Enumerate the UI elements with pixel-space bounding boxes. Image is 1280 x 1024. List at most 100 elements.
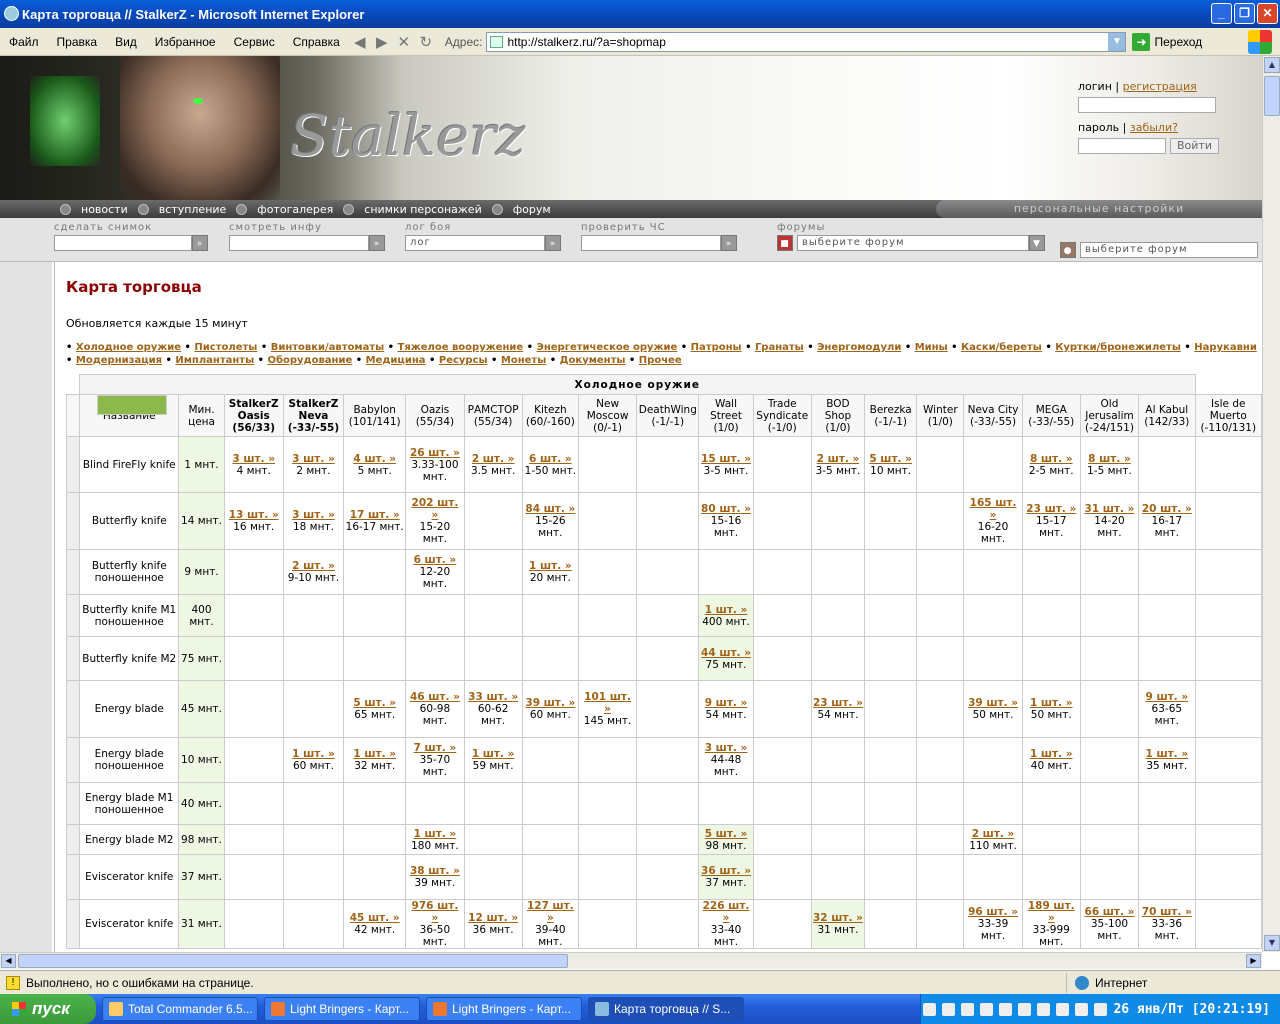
personal-settings-link[interactable]: персональные настройки xyxy=(936,200,1262,218)
info-input[interactable] xyxy=(229,235,369,251)
category-link[interactable]: Винтовки/автоматы xyxy=(271,342,384,353)
category-link[interactable]: Ресурсы xyxy=(439,355,488,366)
qty-link[interactable]: 4 шт. » xyxy=(353,453,396,465)
qty-link[interactable]: 976 шт. » xyxy=(412,901,459,925)
qty-link[interactable]: 1 шт. » xyxy=(1030,748,1073,760)
qty-link[interactable]: 44 шт. » xyxy=(701,647,751,659)
task-ie-active[interactable]: Карта торговца // S... xyxy=(588,997,744,1021)
refresh-icon[interactable]: ↻ xyxy=(415,31,437,53)
qty-link[interactable]: 5 шт. » xyxy=(705,828,748,840)
snapshot-input[interactable] xyxy=(54,235,192,251)
warning-icon[interactable]: ! xyxy=(6,975,20,990)
qty-link[interactable]: 13 шт. » xyxy=(229,509,279,521)
category-link[interactable]: Каски/береты xyxy=(961,342,1042,353)
qty-link[interactable]: 38 шт. » xyxy=(410,865,460,877)
nav-gallery[interactable]: фотогалерея xyxy=(236,203,333,216)
scroll-up-icon[interactable]: ▲ xyxy=(1264,57,1280,73)
qty-link[interactable]: 5 шт. » xyxy=(353,697,396,709)
category-link[interactable]: Нарукавни xyxy=(1194,342,1257,353)
category-link[interactable]: Холодное оружие xyxy=(76,342,181,353)
hscroll-thumb[interactable] xyxy=(18,954,568,968)
category-link[interactable]: Энергомодули xyxy=(817,342,901,353)
qty-link[interactable]: 32 шт. » xyxy=(813,912,863,924)
qty-link[interactable]: 101 шт. » xyxy=(584,691,631,715)
tray-icon[interactable] xyxy=(1075,1002,1089,1016)
site-logo[interactable]: Stalkerz xyxy=(290,104,526,169)
qty-link[interactable]: 8 шт. » xyxy=(1088,453,1131,465)
qty-link[interactable]: 3 шт. » xyxy=(292,509,335,521)
qty-link[interactable]: 1 шт. » xyxy=(414,828,457,840)
qty-link[interactable]: 1 шт. » xyxy=(1145,748,1188,760)
qty-link[interactable]: 6 шт. » xyxy=(414,554,457,566)
info-go-icon[interactable]: » xyxy=(369,235,385,251)
qty-link[interactable]: 6 шт. » xyxy=(529,453,572,465)
qty-link[interactable]: 8 шт. » xyxy=(1030,453,1073,465)
forum-select[interactable]: выберите форум xyxy=(797,235,1029,251)
tray-icon[interactable] xyxy=(1056,1002,1070,1016)
qty-link[interactable]: 2 шт. » xyxy=(472,453,515,465)
scroll-left-icon[interactable]: ◀ xyxy=(1,954,16,968)
qty-link[interactable]: 39 шт. » xyxy=(968,697,1018,709)
login-input[interactable] xyxy=(1078,97,1216,113)
window-titlebar[interactable]: Карта торговца // StalkerZ - Microsoft I… xyxy=(0,0,1280,28)
category-link[interactable]: Мины xyxy=(915,342,948,353)
battle-log-go-icon[interactable]: » xyxy=(545,235,561,251)
qty-link[interactable]: 1 шт. » xyxy=(292,748,335,760)
menu-tools[interactable]: Сервис xyxy=(225,35,284,49)
tray-icon[interactable] xyxy=(980,1002,994,1016)
menu-file[interactable]: Файл xyxy=(0,35,48,49)
category-link[interactable]: Имплантанты xyxy=(175,355,254,366)
qty-link[interactable]: 226 шт. » xyxy=(703,901,750,925)
qty-link[interactable]: 2 шт. » xyxy=(817,453,860,465)
category-link[interactable]: Прочее xyxy=(639,355,682,366)
task-firefox-1[interactable]: Light Bringers - Карт... xyxy=(264,997,420,1021)
battle-log-input[interactable]: лог xyxy=(405,235,545,251)
qty-link[interactable]: 3 шт. » xyxy=(705,742,748,754)
qty-link[interactable]: 80 шт. » xyxy=(701,503,751,515)
menu-help[interactable]: Справка xyxy=(284,35,349,49)
forgot-link[interactable]: забыли? xyxy=(1130,121,1178,134)
qty-link[interactable]: 9 шт. » xyxy=(1145,691,1188,703)
go-button[interactable]: ➜ Переход xyxy=(1132,32,1202,51)
scroll-right-icon[interactable]: ▶ xyxy=(1246,954,1261,968)
horizontal-scrollbar[interactable]: ◀ ▶ xyxy=(0,952,1262,969)
maximize-button[interactable]: ❐ xyxy=(1234,3,1255,24)
task-total-commander[interactable]: Total Commander 6.5... xyxy=(102,997,258,1021)
address-input[interactable]: http://stalkerz.ru/?a=shopmap ▼ xyxy=(486,31,1127,52)
menu-edit[interactable]: Правка xyxy=(48,35,107,49)
password-input[interactable] xyxy=(1078,138,1166,154)
qty-link[interactable]: 3 шт. » xyxy=(232,453,275,465)
tray-icon[interactable] xyxy=(923,1002,937,1016)
tray-icon[interactable] xyxy=(961,1002,975,1016)
register-link[interactable]: регистрация xyxy=(1123,80,1197,93)
back-icon[interactable]: ◀ xyxy=(349,31,371,53)
qty-link[interactable]: 1 шт. » xyxy=(472,748,515,760)
qty-link[interactable]: 12 шт. » xyxy=(468,912,518,924)
qty-link[interactable]: 189 шт. » xyxy=(1028,901,1075,925)
task-firefox-2[interactable]: Light Bringers - Карт... xyxy=(426,997,582,1021)
category-link[interactable]: Тяжелое вооружение xyxy=(398,342,524,353)
qty-link[interactable]: 1 шт. » xyxy=(529,560,572,572)
qty-link[interactable]: 202 шт. » xyxy=(412,497,459,521)
nav-news[interactable]: новости xyxy=(60,203,128,216)
scroll-thumb[interactable] xyxy=(1264,76,1280,116)
qty-link[interactable]: 127 шт. » xyxy=(527,901,574,925)
check-go-icon[interactable]: » xyxy=(721,235,737,251)
snapshot-go-icon[interactable]: » xyxy=(192,235,208,251)
stop-icon[interactable]: ✕ xyxy=(393,31,415,53)
category-link[interactable]: Документы xyxy=(560,355,626,366)
tray-icon[interactable] xyxy=(1094,1002,1108,1016)
qty-link[interactable]: 5 шт. » xyxy=(869,453,912,465)
qty-link[interactable]: 23 шт. » xyxy=(1026,503,1076,515)
tray-icon[interactable] xyxy=(1037,1002,1051,1016)
qty-link[interactable]: 36 шт. » xyxy=(701,865,751,877)
chevron-down-icon[interactable]: ▼ xyxy=(1029,235,1045,251)
qty-link[interactable]: 15 шт. » xyxy=(701,453,751,465)
qty-link[interactable]: 1 шт. » xyxy=(1030,697,1073,709)
vertical-scrollbar[interactable]: ▲ ▼ xyxy=(1262,56,1280,952)
qty-link[interactable]: 9 шт. » xyxy=(705,697,748,709)
qty-link[interactable]: 2 шт. » xyxy=(972,828,1015,840)
qty-link[interactable]: 23 шт. » xyxy=(813,697,863,709)
minimize-button[interactable]: _ xyxy=(1211,3,1232,24)
menu-favorites[interactable]: Избранное xyxy=(146,35,225,49)
